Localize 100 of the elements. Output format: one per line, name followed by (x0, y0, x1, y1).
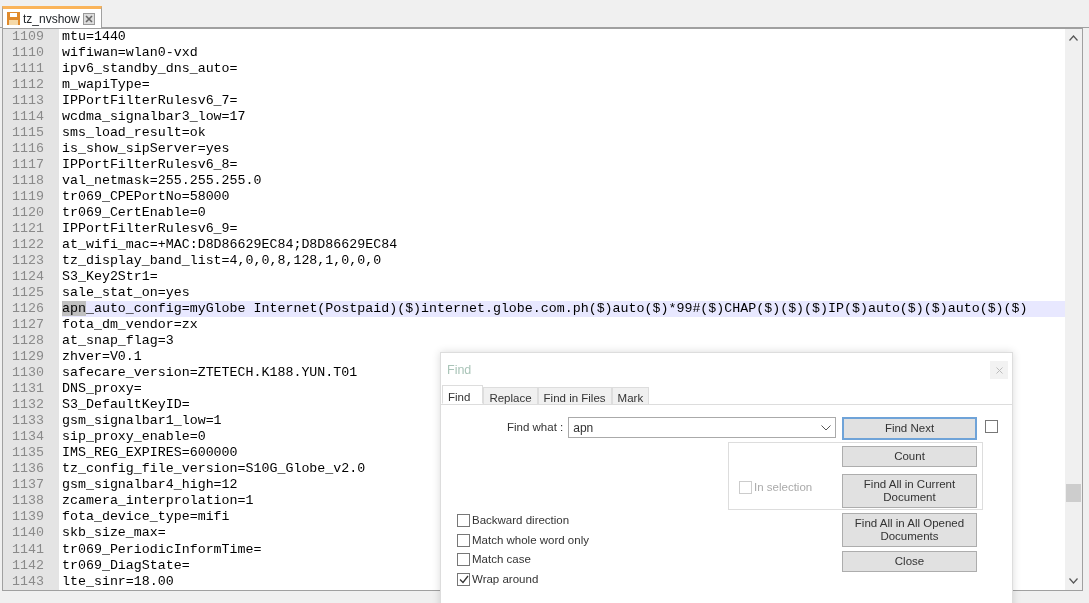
line-number: 1118 (11, 173, 45, 190)
line-number: 1109 (11, 29, 45, 45)
code-line: zhver=V0.1 (62, 349, 142, 365)
code-line: at_wifi_mac=+MAC:D8D86629EC84;D8D86629EC84 (62, 237, 398, 253)
line-number: 1135 (11, 445, 45, 462)
checkbox[interactable] (457, 572, 470, 586)
code-line: is_show_sipServer=yes (62, 141, 230, 157)
close-icon[interactable] (82, 12, 95, 25)
dialog-tab[interactable]: Find in Files (537, 387, 612, 404)
code-line: fota_device_type=mifi (62, 509, 230, 525)
code-line: safecare_version=ZTETECH.K188.YUN.T01 (62, 365, 358, 381)
code-line: at_snap_flag=3 (62, 333, 174, 349)
line-number: 1122 (11, 237, 45, 254)
code-line: tz_display_band_list=4,0,0,8,128,1,0,0,0 (62, 253, 382, 269)
code-line: sms_load_result=ok (62, 125, 206, 141)
line-number: 1110 (11, 45, 45, 62)
line-number: 1134 (11, 429, 45, 446)
code-line: sale_stat_on=yes (62, 285, 190, 301)
line-number: 1127 (11, 317, 45, 334)
code-line: S3_DefaultKeyID= (62, 397, 190, 413)
code-line: skb_size_max= (62, 525, 166, 541)
code-line: sip_proxy_enable=0 (62, 429, 206, 445)
dialog-tab[interactable]: Find (442, 385, 484, 404)
line-number: 1123 (11, 253, 45, 270)
document-tab[interactable]: tz_nvshow (2, 6, 102, 28)
code-line: DNS_proxy= (62, 381, 142, 397)
dialog-title: Find (446, 362, 473, 379)
line-number: 1141 (11, 541, 45, 558)
code-line: tr069_CPEPortNo=58000 (62, 189, 230, 205)
line-number: 1114 (11, 109, 45, 126)
scroll-thumb[interactable] (1066, 484, 1081, 502)
code-line: tr069_PeriodicInformTime= (62, 541, 262, 557)
checkbox-label: Match whole word only (472, 532, 589, 548)
line-number: 1112 (11, 77, 45, 94)
line-number: 1121 (11, 221, 45, 238)
checkbox[interactable] (457, 514, 470, 528)
find-what-field[interactable]: apn (568, 417, 837, 438)
close-icon (995, 366, 1003, 374)
line-number: 1140 (11, 525, 45, 542)
code-line: tr069_CertEnable=0 (62, 205, 206, 221)
code-line: val_netmask=255.255.255.0 (62, 173, 262, 189)
code-line: fota_dm_vendor=zx (62, 317, 198, 333)
code-line: lte_sinr=18.00 (62, 573, 174, 589)
line-number: 1130 (11, 365, 45, 382)
checkbox[interactable] (457, 553, 470, 567)
line-number: 1111 (11, 61, 45, 78)
checkbox-label: In selection (754, 480, 813, 495)
dialog-button[interactable]: Find All in All Opened Documents (842, 513, 977, 547)
code-line: wcdma_signalbar3_low=17 (62, 109, 246, 125)
line-number: 1124 (11, 269, 45, 286)
code-line: IPPortFilterRulesv6_7= (62, 93, 238, 109)
code-line: tr069_DiagState= (62, 557, 190, 573)
line-number: 1117 (11, 157, 45, 174)
line-number: 1136 (11, 461, 45, 478)
checkbox-label: Match case (472, 552, 531, 567)
line-number: 1125 (11, 285, 45, 302)
line-number: 1126 (11, 301, 45, 318)
line-number: 1128 (11, 333, 45, 350)
code-line: gsm_signalbar1_low=1 (62, 413, 222, 429)
code-line: S3_Key2Str1= (62, 269, 158, 285)
dialog-tab[interactable]: Replace (483, 387, 538, 404)
checkbox-label: Backward direction (472, 513, 570, 528)
code-line: tz_config_file_version=S10G_Globe_v2.0 (62, 461, 366, 477)
field-label: Find what : (507, 419, 564, 435)
line-number: 1133 (11, 413, 45, 430)
dialog-button[interactable]: Count (842, 446, 977, 467)
dialog-tab[interactable]: Mark (611, 387, 650, 404)
code-line: zcamera_interprolation=1 (62, 493, 254, 509)
line-number: 1138 (11, 493, 45, 510)
scrollbar[interactable] (1065, 29, 1082, 590)
checkbox[interactable] (985, 420, 998, 433)
line-number: 1137 (11, 477, 45, 494)
code-line: mtu=1440 (62, 29, 126, 44)
code-line: wifiwan=wlan0-vxd (62, 45, 198, 60)
line-number: 1115 (11, 125, 45, 142)
dropdown-caret-icon (821, 424, 832, 431)
code-line: IPPortFilterRulesv6_9= (62, 221, 238, 237)
checkbox[interactable] (457, 533, 470, 547)
line-number: 1132 (11, 397, 45, 414)
line-number: 1120 (11, 205, 45, 222)
line-number: 1139 (11, 509, 45, 526)
line-number: 1143 (11, 573, 45, 590)
line-number: 1113 (11, 93, 45, 110)
code-line: IPPortFilterRulesv6_8= (62, 157, 238, 173)
line-number: 1119 (11, 189, 45, 206)
code-line: IMS_REG_EXPIRES=600000 (62, 445, 238, 461)
code-line: m_wapiType= (62, 77, 150, 93)
line-number: 1131 (11, 381, 45, 398)
dialog-button[interactable]: Find All in Current Document (842, 474, 977, 508)
code-line: gsm_signalbar4_high=12 (62, 477, 238, 493)
dialog-button[interactable]: Close (842, 551, 977, 572)
line-number: 1129 (11, 349, 45, 366)
code-line: ipv6_standby_dns_auto= (62, 61, 238, 77)
floppy-icon (7, 12, 20, 25)
line-number: 1142 (11, 557, 45, 574)
line-number: 1116 (11, 141, 45, 158)
scroll-down-icon[interactable] (1069, 578, 1078, 584)
scroll-up-icon[interactable] (1069, 35, 1078, 41)
dialog-button[interactable]: Find Next (842, 417, 977, 440)
code-line: apn_auto_config=myGlobe Internet(Postpaid)($)internet.globe.com.ph($)auto($)*99#($)CHAP($)($)($)IP($)auto($)($)auto($)($) (62, 301, 1028, 317)
